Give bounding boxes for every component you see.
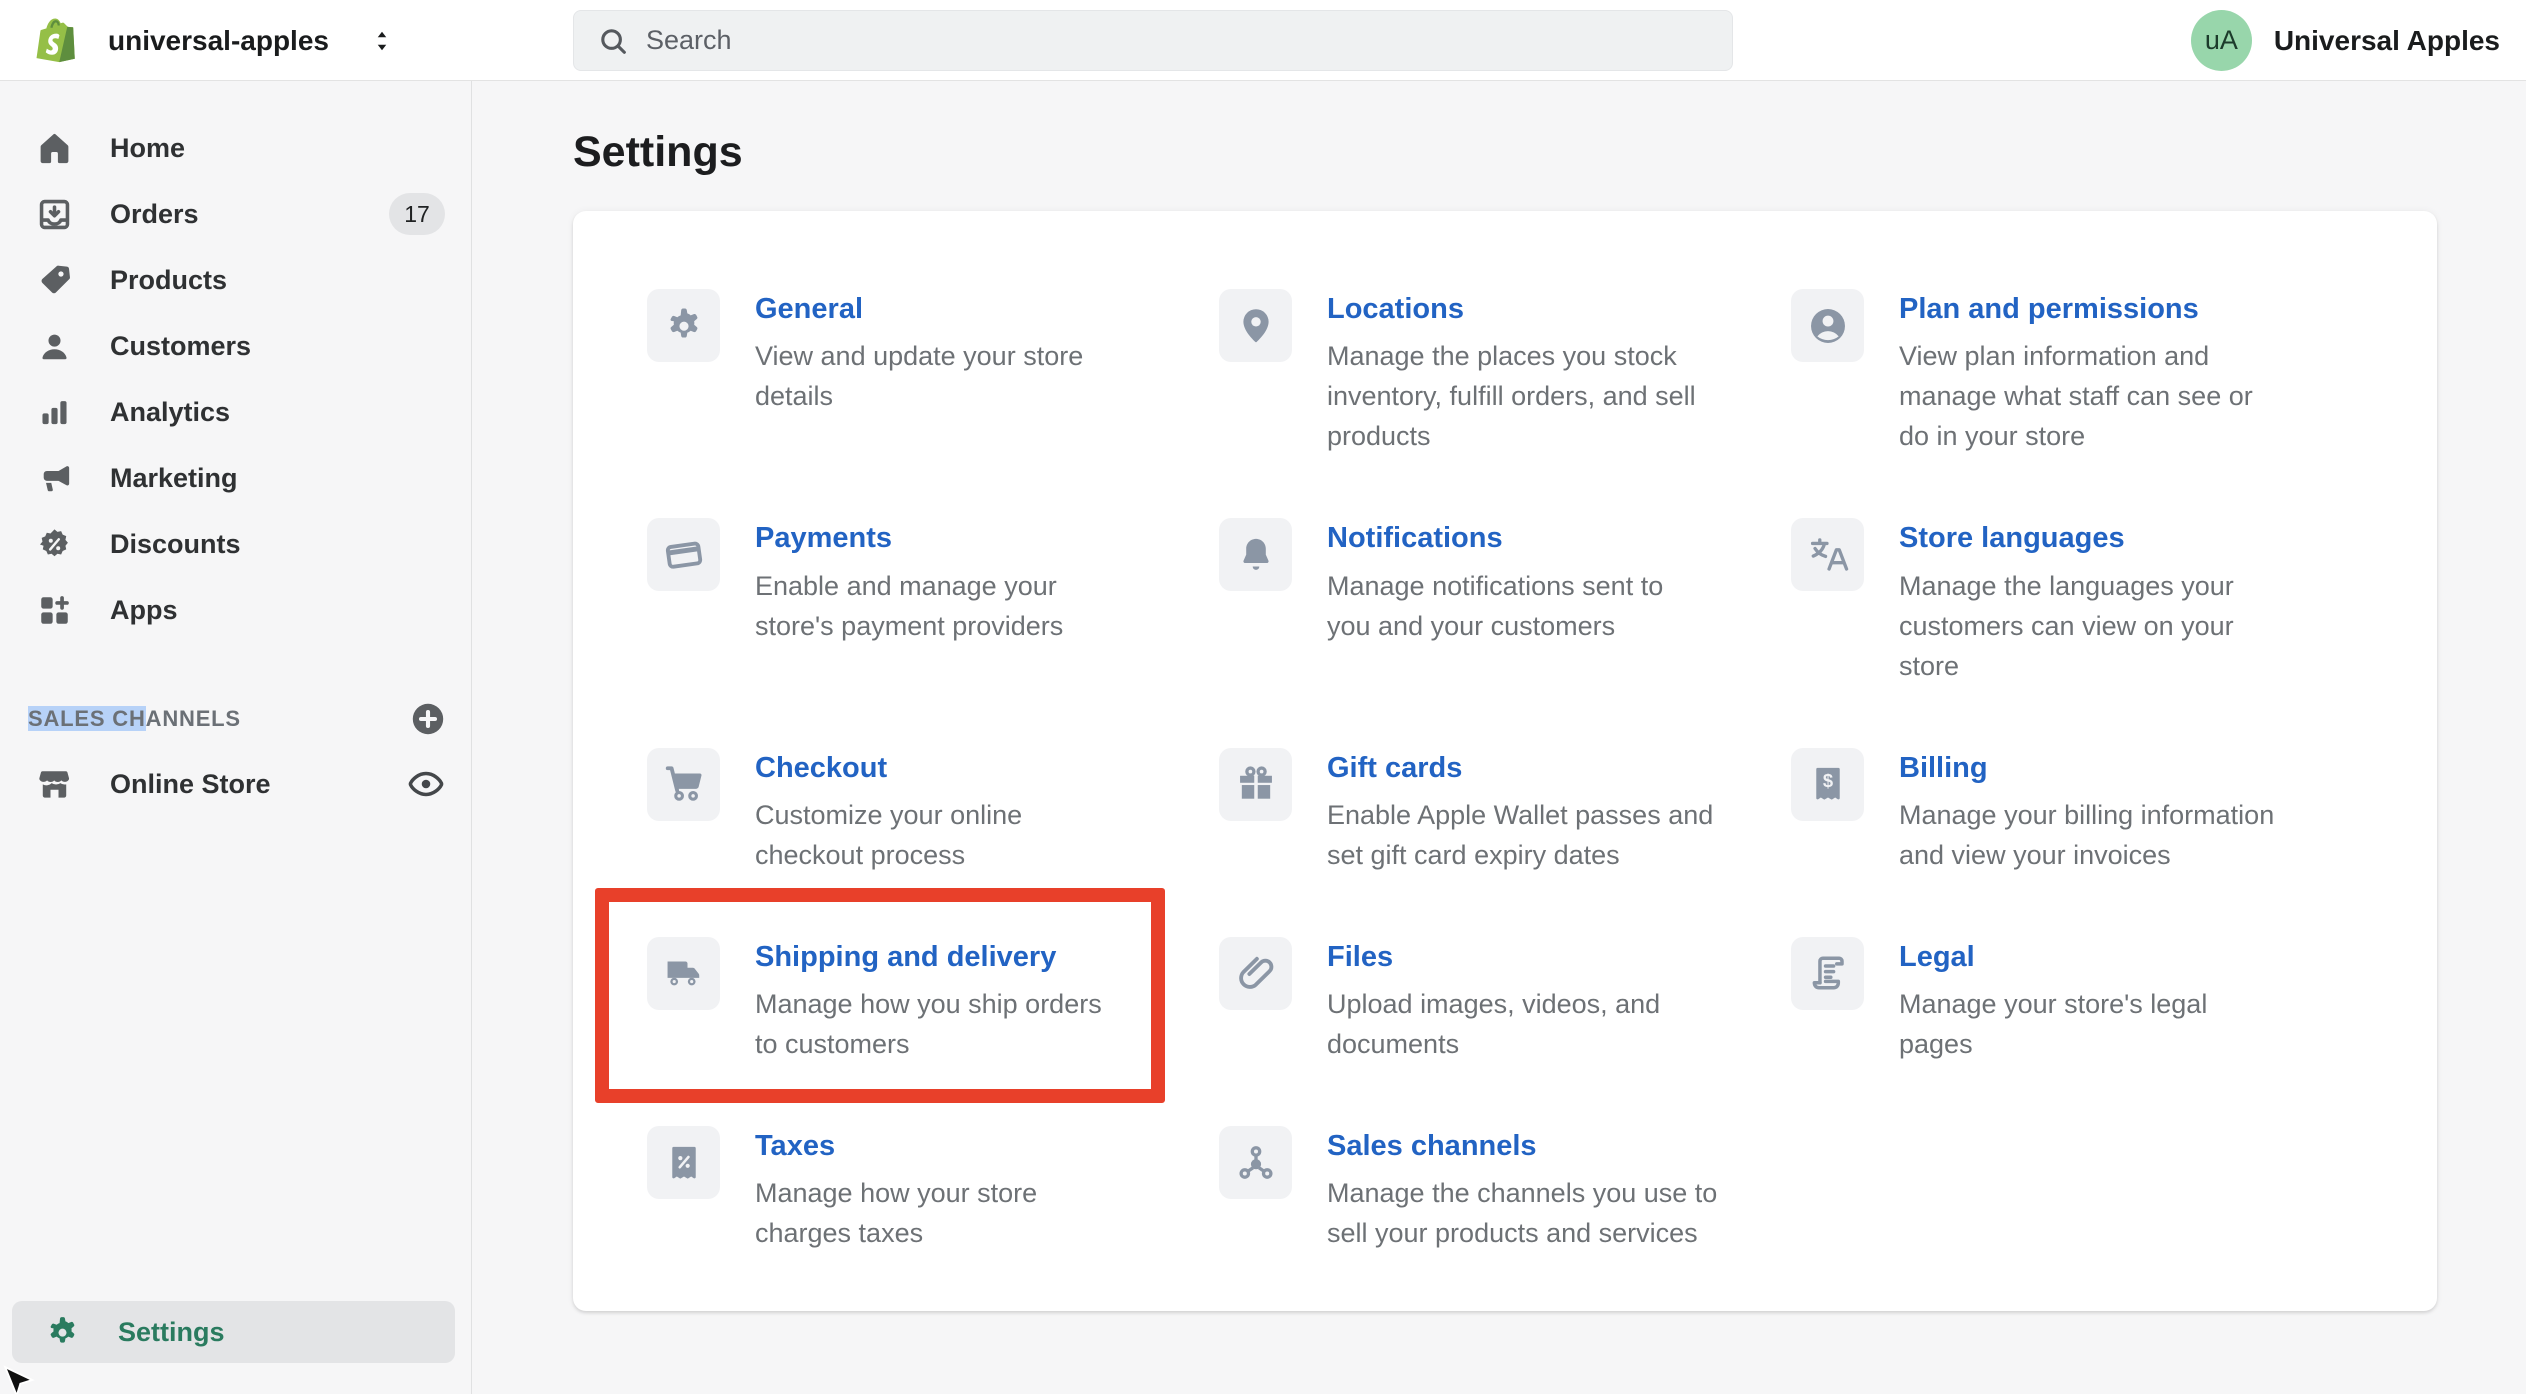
chart-bars-icon [36, 394, 73, 431]
notifications-link[interactable]: Notifications [1327, 520, 1503, 556]
storefront-icon [36, 766, 73, 803]
plan-and-permissions-link[interactable]: Plan and permissions [1899, 291, 2199, 327]
settings-tile-plan-and-permissions: Plan and permissions View plan informati… [1791, 289, 2363, 456]
sidebar-item-analytics[interactable]: Analytics [0, 379, 471, 445]
receipt-dollar-icon: $ [1791, 747, 1864, 821]
settings-tile-payments: Payments Enable and manage your store's … [647, 518, 1219, 685]
gift-icon [1219, 747, 1292, 821]
sidebar-item-orders[interactable]: Orders 17 [0, 181, 471, 247]
search-icon [601, 28, 626, 54]
sidebar-item-discounts[interactable]: Discounts [0, 511, 471, 577]
mouse-cursor [3, 1365, 35, 1394]
settings-tile-files: Files Upload images, videos, and documen… [1219, 936, 1791, 1064]
location-pin-icon [1219, 289, 1292, 362]
page-title: Settings [573, 128, 743, 176]
account-name: Universal Apples [2273, 24, 2500, 56]
sidebar-item-customers[interactable]: Customers [0, 313, 471, 379]
avatar: uA [2190, 10, 2252, 71]
gear-icon [44, 1314, 81, 1351]
person-icon [36, 328, 73, 365]
settings-tile-checkout: Checkout Customize your online checkout … [647, 747, 1219, 875]
gear-icon [647, 289, 720, 362]
tax-receipt-icon [647, 1126, 720, 1199]
store-name: universal-apples [108, 24, 329, 56]
sidebar-item-home[interactable]: Home [0, 115, 471, 181]
sidebar: Home Orders 17 Products Customers Analyt… [0, 81, 472, 1394]
share-nodes-icon [1219, 1126, 1292, 1199]
settings-tile-gift-cards: Gift cards Enable Apple Wallet passes an… [1219, 747, 1791, 875]
shopify-logo-icon [36, 18, 75, 62]
svg-text:$: $ [1822, 770, 1832, 791]
settings-tile-notifications: Notifications Manage notifications sent … [1219, 518, 1791, 685]
apps-grid-icon [36, 592, 73, 629]
person-circle-icon [1791, 289, 1864, 362]
store-switcher[interactable]: universal-apples [30, 0, 397, 81]
topbar: universal-apples uA Universal Apples [0, 0, 2526, 81]
credit-card-icon [647, 518, 720, 592]
locations-link[interactable]: Locations [1327, 291, 1464, 327]
sidebar-item-apps[interactable]: Apps [0, 577, 471, 643]
sidebar-item-marketing[interactable]: Marketing [0, 445, 471, 511]
search-bar[interactable] [573, 10, 1733, 71]
add-sales-channel-button[interactable] [409, 700, 447, 738]
view-store-eye-button[interactable] [407, 765, 445, 803]
sidebar-item-online-store[interactable]: Online Store [0, 751, 471, 817]
sales-channels-header: SALES CHANNELS [0, 697, 471, 741]
gift-cards-link[interactable]: Gift cards [1327, 750, 1462, 786]
files-link[interactable]: Files [1327, 939, 1393, 975]
store-languages-link[interactable]: Store languages [1899, 520, 2125, 556]
plus-circle-icon [412, 703, 444, 735]
megaphone-icon [36, 460, 73, 497]
tag-icon [36, 262, 73, 299]
billing-link[interactable]: Billing [1899, 750, 1988, 786]
settings-card: General View and update your store detai… [573, 211, 2437, 1312]
discount-badge-icon [36, 526, 73, 563]
shipping-and-delivery-link[interactable]: Shipping and delivery [755, 939, 1056, 975]
settings-tile-legal: Legal Manage your store's legal pages [1791, 936, 2363, 1064]
text-selection: SALES CH [28, 706, 146, 731]
cart-icon [647, 747, 720, 821]
sidebar-item-products[interactable]: Products [0, 247, 471, 313]
eye-icon [408, 771, 444, 797]
orders-icon [36, 196, 73, 233]
chevron-updown-icon [377, 31, 387, 50]
general-link[interactable]: General [755, 291, 863, 327]
settings-tile-sales-channels: Sales channels Manage the channels you u… [1219, 1126, 1791, 1253]
search-input[interactable] [646, 25, 1710, 56]
bell-icon [1219, 518, 1292, 592]
home-icon [36, 130, 73, 167]
main-content: Settings General View and update your st… [472, 81, 2526, 1394]
settings-tile-store-languages: Store languages Manage the languages you… [1791, 518, 2363, 685]
sidebar-item-settings[interactable]: Settings [12, 1301, 455, 1363]
paperclip-icon [1219, 936, 1292, 1010]
settings-tile-shipping-and-delivery: Shipping and delivery Manage how you shi… [595, 887, 1219, 1103]
checkout-link[interactable]: Checkout [755, 750, 887, 786]
taxes-link[interactable]: Taxes [755, 1128, 835, 1164]
settings-tile-billing: $ Billing Manage your billing informatio… [1791, 747, 2363, 875]
sidebar-nav: Home Orders 17 Products Customers Analyt… [0, 81, 471, 643]
sidebar-item-label: Settings [118, 1316, 225, 1347]
settings-tile-general: General View and update your store detai… [647, 289, 1219, 456]
sidebar-item-label: Online Store [110, 768, 271, 799]
sales-channels-link[interactable]: Sales channels [1327, 1128, 1537, 1164]
sales-channels-title: SALES CHANNELS [28, 706, 241, 731]
translate-icon [1791, 518, 1864, 592]
account-menu[interactable]: uA Universal Apples [2190, 0, 2500, 81]
legal-link[interactable]: Legal [1899, 939, 1975, 975]
orders-count-badge: 17 [389, 193, 445, 235]
payments-link[interactable]: Payments [755, 520, 892, 556]
settings-tile-locations: Locations Manage the places you stock in… [1219, 289, 1791, 456]
settings-grid: General View and update your store detai… [595, 289, 2363, 1253]
settings-tile-taxes: Taxes Manage how your store charges taxe… [647, 1126, 1219, 1253]
legal-scroll-icon [1791, 936, 1864, 1010]
truck-icon [647, 936, 720, 1010]
